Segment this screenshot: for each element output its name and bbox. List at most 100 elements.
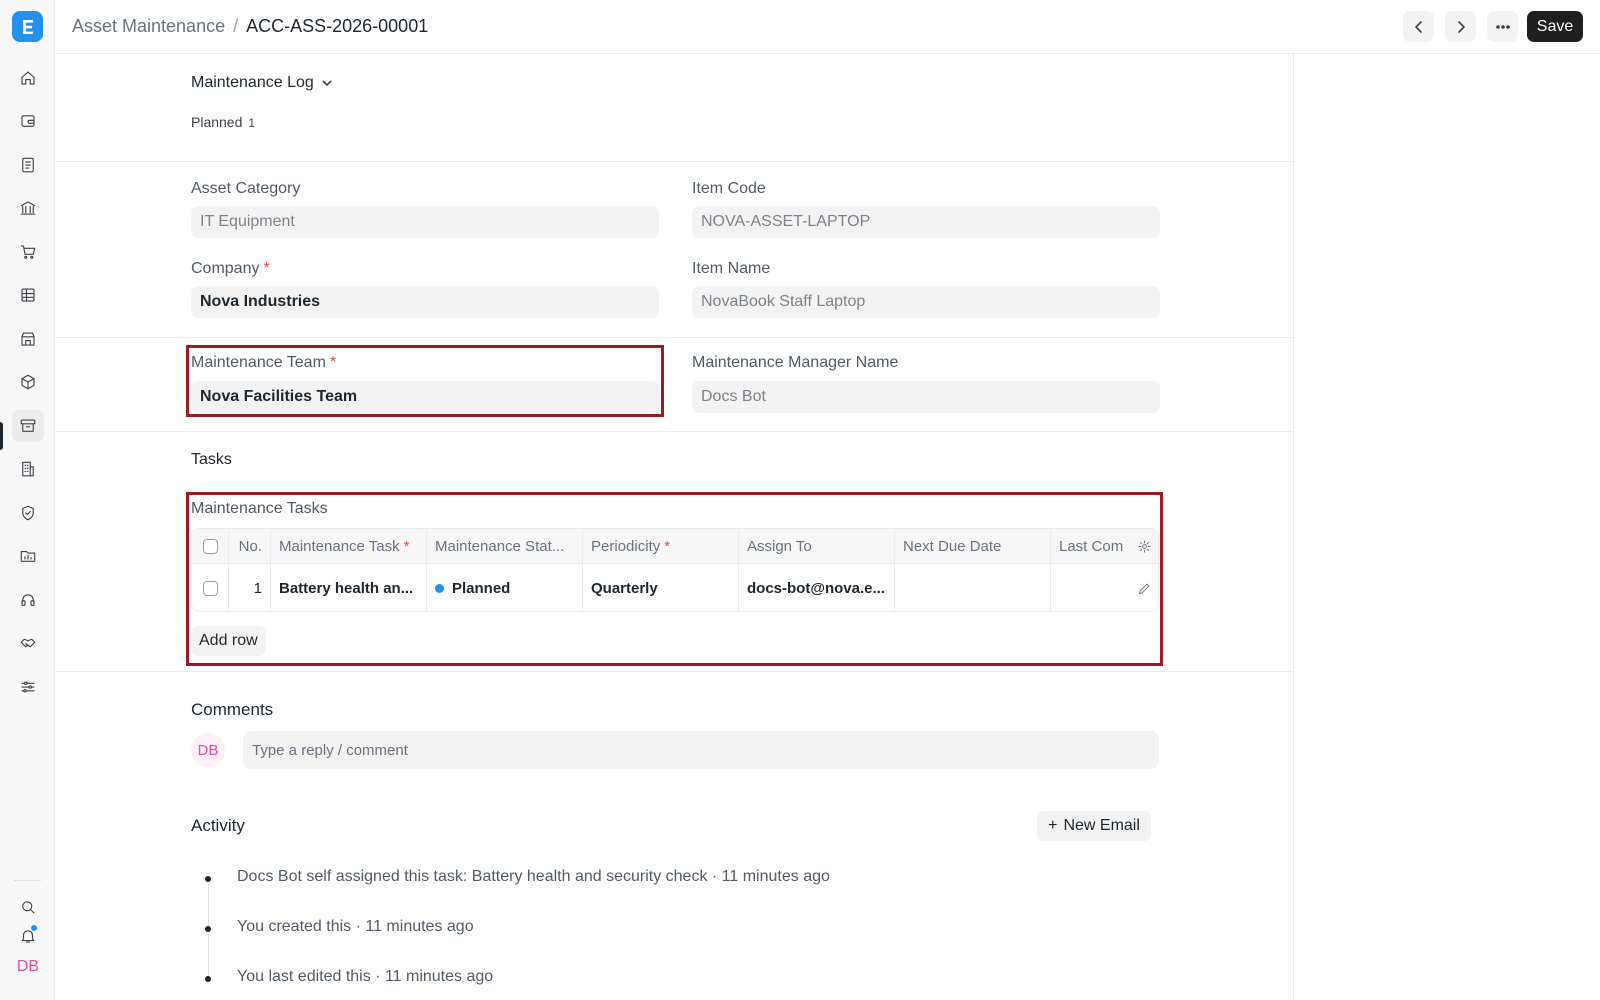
cell-maintenance-task[interactable]: Battery health an... [271,564,427,611]
headset-icon[interactable] [12,584,44,616]
column-header-next-due-date: Next Due Date [895,529,1051,563]
home-icon[interactable] [12,62,44,94]
column-header-maintenance-status: Maintenance Stat... [427,529,583,563]
column-header-text: Periodicity [591,537,661,555]
activity-item: You last edited this · 11 minutes ago [237,968,494,985]
building-icon[interactable] [12,453,44,485]
comment-input[interactable]: Type a reply / comment [243,731,1159,769]
activity-title: Activity [191,816,245,835]
required-mark: * [263,260,270,277]
row-number: 1 [229,564,271,611]
section-divider [55,337,1294,338]
required-mark: * [664,537,671,555]
comment-avatar: DB [191,733,225,767]
add-row-button[interactable]: Add row [191,626,266,656]
select-all-checkbox[interactable] [202,538,218,554]
maintenance-log-title: Maintenance Log [191,74,314,91]
column-header-last-completion: Last Com [1051,529,1158,563]
more-horizontal-icon [1495,24,1510,29]
company-field[interactable]: Nova Industries [191,286,659,318]
column-header-no: No. [229,529,271,563]
timeline-dot [205,926,211,932]
company-label: Company * [191,260,270,278]
edit-pencil-icon[interactable] [1137,581,1152,596]
handshake-icon[interactable] [12,627,44,659]
column-header-text: Last Com [1059,537,1124,555]
timeline-dot [205,976,211,982]
package-icon[interactable] [12,366,44,398]
logo-e-icon [22,19,33,34]
page-header: Asset Maintenance / ACC-ASS-2026-00001 S… [55,0,1600,54]
status-label: Planned [191,114,243,130]
status-count: 1 [248,116,256,130]
select-all-cell [192,529,229,563]
cell-maintenance-status[interactable]: Planned [427,564,583,611]
tasks-section-title: Tasks [191,451,232,468]
sidebar-divider [14,880,41,881]
wallet-icon[interactable] [12,105,44,137]
shield-icon[interactable] [12,497,44,529]
table-row[interactable]: 1 Battery health an... Planned Quarterly… [192,564,1158,611]
bell-icon[interactable] [12,920,44,952]
status-planned-filter[interactable]: Planned 1 [191,114,255,130]
cell-last-completion[interactable] [1051,564,1158,611]
file-text-icon[interactable] [12,149,44,181]
row-select-cell [192,564,229,611]
maintenance-team-label-text: Maintenance Team [191,354,326,371]
section-divider [55,161,1294,162]
maintenance-tasks-label: Maintenance Tasks [191,500,328,517]
required-mark: * [403,537,410,555]
cart-icon[interactable] [12,236,44,268]
maintenance-manager-name-field[interactable]: Docs Bot [692,381,1160,413]
activity-item: Docs Bot self assigned this task: Batter… [237,868,830,885]
search-icon[interactable] [12,891,44,923]
more-actions-button[interactable] [1487,11,1518,42]
prev-doc-button[interactable] [1403,11,1434,42]
column-header-periodicity: Periodicity * [583,529,739,563]
maintenance-tasks-table: No. Maintenance Task * Maintenance Stat..… [191,528,1159,612]
chevron-down-icon [322,80,332,87]
save-button[interactable]: Save [1527,11,1583,42]
gear-icon[interactable] [1137,539,1152,554]
chevron-left-icon [1414,20,1422,33]
breadcrumb: Asset Maintenance / ACC-ASS-2026-00001 [72,16,428,37]
cell-next-due-date[interactable] [895,564,1051,611]
folder-chart-icon[interactable] [12,540,44,572]
store-icon[interactable] [12,323,44,355]
breadcrumb-separator: / [233,16,239,36]
new-email-label: New Email [1063,817,1140,834]
company-label-text: Company [191,260,260,277]
asset-category-label: Asset Category [191,180,301,197]
item-code-label: Item Code [692,180,766,197]
cell-periodicity[interactable]: Quarterly [583,564,739,611]
column-header-assign-to: Assign To [739,529,895,563]
grid-table-icon[interactable] [12,279,44,311]
asset-category-field[interactable]: IT Equipment [191,206,659,238]
activity-timeline [208,884,209,980]
notification-dot [30,924,38,932]
status-dot [435,583,444,593]
maintenance-log-toggle[interactable]: Maintenance Log [191,74,334,92]
comments-title: Comments [191,700,274,719]
new-email-button[interactable]: + New Email [1037,811,1151,841]
chevron-right-icon [1457,20,1465,33]
cell-assign-to[interactable]: docs-bot@nova.e... [739,564,895,611]
plus-icon: + [1048,817,1058,834]
archive-icon[interactable] [12,410,44,442]
timeline-dot [205,876,211,882]
item-name-field[interactable]: NovaBook Staff Laptop [692,286,1160,318]
active-nav-marker [0,422,3,450]
user-avatar[interactable]: DB [12,958,44,982]
status-text: Planned [452,579,511,597]
sliders-icon[interactable] [12,671,44,703]
section-divider [55,671,1294,672]
row-checkbox[interactable] [202,580,218,596]
required-mark: * [329,354,337,371]
app-logo[interactable] [12,11,43,42]
breadcrumb-parent[interactable]: Asset Maintenance [72,16,225,37]
item-code-field[interactable]: NOVA-ASSET-LAPTOP [692,206,1160,238]
maintenance-team-field[interactable]: Nova Facilities Team [191,381,659,413]
bank-icon[interactable] [12,192,44,224]
page-title: ACC-ASS-2026-00001 [246,16,429,36]
next-doc-button[interactable] [1445,11,1476,42]
